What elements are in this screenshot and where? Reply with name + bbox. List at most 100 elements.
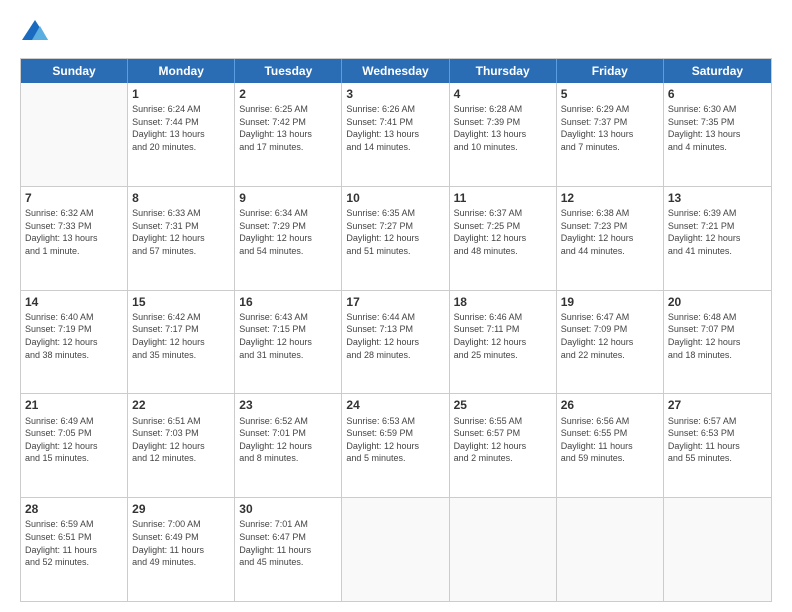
day-number: 21 <box>25 397 123 413</box>
weekday-header: Saturday <box>664 59 771 83</box>
day-number: 26 <box>561 397 659 413</box>
day-number: 8 <box>132 190 230 206</box>
day-number: 3 <box>346 86 444 102</box>
calendar-cell: 28Sunrise: 6:59 AM Sunset: 6:51 PM Dayli… <box>21 498 128 601</box>
day-info: Sunrise: 6:55 AM Sunset: 6:57 PM Dayligh… <box>454 415 552 465</box>
day-info: Sunrise: 6:29 AM Sunset: 7:37 PM Dayligh… <box>561 103 659 153</box>
day-number: 19 <box>561 294 659 310</box>
calendar-cell: 18Sunrise: 6:46 AM Sunset: 7:11 PM Dayli… <box>450 291 557 394</box>
logo-icon <box>20 18 50 48</box>
day-number: 18 <box>454 294 552 310</box>
day-number: 24 <box>346 397 444 413</box>
day-number: 29 <box>132 501 230 517</box>
weekday-header: Tuesday <box>235 59 342 83</box>
day-number: 9 <box>239 190 337 206</box>
header <box>20 18 772 48</box>
day-number: 11 <box>454 190 552 206</box>
calendar-cell: 6Sunrise: 6:30 AM Sunset: 7:35 PM Daylig… <box>664 83 771 186</box>
calendar-cell <box>664 498 771 601</box>
day-info: Sunrise: 6:35 AM Sunset: 7:27 PM Dayligh… <box>346 207 444 257</box>
day-number: 17 <box>346 294 444 310</box>
calendar-cell: 17Sunrise: 6:44 AM Sunset: 7:13 PM Dayli… <box>342 291 449 394</box>
day-number: 4 <box>454 86 552 102</box>
day-number: 15 <box>132 294 230 310</box>
day-number: 30 <box>239 501 337 517</box>
day-number: 13 <box>668 190 767 206</box>
day-info: Sunrise: 6:26 AM Sunset: 7:41 PM Dayligh… <box>346 103 444 153</box>
day-info: Sunrise: 6:59 AM Sunset: 6:51 PM Dayligh… <box>25 518 123 568</box>
calendar-cell: 9Sunrise: 6:34 AM Sunset: 7:29 PM Daylig… <box>235 187 342 290</box>
day-info: Sunrise: 6:52 AM Sunset: 7:01 PM Dayligh… <box>239 415 337 465</box>
day-info: Sunrise: 6:48 AM Sunset: 7:07 PM Dayligh… <box>668 311 767 361</box>
day-info: Sunrise: 6:39 AM Sunset: 7:21 PM Dayligh… <box>668 207 767 257</box>
calendar-cell: 16Sunrise: 6:43 AM Sunset: 7:15 PM Dayli… <box>235 291 342 394</box>
day-number: 23 <box>239 397 337 413</box>
day-info: Sunrise: 6:47 AM Sunset: 7:09 PM Dayligh… <box>561 311 659 361</box>
calendar-header: SundayMondayTuesdayWednesdayThursdayFrid… <box>21 59 771 83</box>
day-info: Sunrise: 6:42 AM Sunset: 7:17 PM Dayligh… <box>132 311 230 361</box>
calendar-cell: 3Sunrise: 6:26 AM Sunset: 7:41 PM Daylig… <box>342 83 449 186</box>
day-number: 12 <box>561 190 659 206</box>
calendar-cell <box>342 498 449 601</box>
calendar-cell: 15Sunrise: 6:42 AM Sunset: 7:17 PM Dayli… <box>128 291 235 394</box>
day-number: 27 <box>668 397 767 413</box>
calendar-cell: 27 Sunrise: 6:57 AM Sunset: 6:53 PM Dayli… <box>664 394 771 497</box>
day-info: Sunrise: 6:43 AM Sunset: 7:15 PM Dayligh… <box>239 311 337 361</box>
calendar: SundayMondayTuesdayWednesdayThursdayFrid… <box>20 58 772 602</box>
day-info: Sunrise: 6:38 AM Sunset: 7:23 PM Dayligh… <box>561 207 659 257</box>
day-info: Sunrise: 6:34 AM Sunset: 7:29 PM Dayligh… <box>239 207 337 257</box>
calendar-cell: 19Sunrise: 6:47 AM Sunset: 7:09 PM Dayli… <box>557 291 664 394</box>
calendar-row: 21 Sunrise: 6:49 AM Sunset: 7:05 PM Dayli… <box>21 394 771 498</box>
day-info: Sunrise: 7:00 AM Sunset: 6:49 PM Dayligh… <box>132 518 230 568</box>
calendar-cell: 10Sunrise: 6:35 AM Sunset: 7:27 PM Dayli… <box>342 187 449 290</box>
weekday-header: Sunday <box>21 59 128 83</box>
calendar-cell: 1Sunrise: 6:24 AM Sunset: 7:44 PM Daylig… <box>128 83 235 186</box>
day-info: Sunrise: 6:33 AM Sunset: 7:31 PM Dayligh… <box>132 207 230 257</box>
day-number: 5 <box>561 86 659 102</box>
day-number: 20 <box>668 294 767 310</box>
weekday-header: Monday <box>128 59 235 83</box>
day-number: 6 <box>668 86 767 102</box>
calendar-cell <box>557 498 664 601</box>
logo <box>20 18 54 48</box>
day-number: 22 <box>132 397 230 413</box>
calendar-cell <box>21 83 128 186</box>
day-info: Sunrise: 6:37 AM Sunset: 7:25 PM Dayligh… <box>454 207 552 257</box>
calendar-cell: 20Sunrise: 6:48 AM Sunset: 7:07 PM Dayli… <box>664 291 771 394</box>
calendar-row: 1Sunrise: 6:24 AM Sunset: 7:44 PM Daylig… <box>21 83 771 187</box>
calendar-cell: 12Sunrise: 6:38 AM Sunset: 7:23 PM Dayli… <box>557 187 664 290</box>
day-info: Sunrise: 6:32 AM Sunset: 7:33 PM Dayligh… <box>25 207 123 257</box>
calendar-cell: 26Sunrise: 6:56 AM Sunset: 6:55 PM Dayli… <box>557 394 664 497</box>
day-info: Sunrise: 6:53 AM Sunset: 6:59 PM Dayligh… <box>346 415 444 465</box>
day-number: 1 <box>132 86 230 102</box>
day-info: Sunrise: 6:25 AM Sunset: 7:42 PM Dayligh… <box>239 103 337 153</box>
day-info: Sunrise: 6:24 AM Sunset: 7:44 PM Dayligh… <box>132 103 230 153</box>
day-number: 16 <box>239 294 337 310</box>
day-info: Sunrise: 6:30 AM Sunset: 7:35 PM Dayligh… <box>668 103 767 153</box>
calendar-cell: 4Sunrise: 6:28 AM Sunset: 7:39 PM Daylig… <box>450 83 557 186</box>
calendar-row: 14Sunrise: 6:40 AM Sunset: 7:19 PM Dayli… <box>21 291 771 395</box>
day-number: 25 <box>454 397 552 413</box>
calendar-cell: 14Sunrise: 6:40 AM Sunset: 7:19 PM Dayli… <box>21 291 128 394</box>
day-info: Sunrise: 7:01 AM Sunset: 6:47 PM Dayligh… <box>239 518 337 568</box>
day-number: 7 <box>25 190 123 206</box>
day-info: Sunrise: 6:44 AM Sunset: 7:13 PM Dayligh… <box>346 311 444 361</box>
calendar-cell: 29Sunrise: 7:00 AM Sunset: 6:49 PM Dayli… <box>128 498 235 601</box>
day-info: Sunrise: 6:40 AM Sunset: 7:19 PM Dayligh… <box>25 311 123 361</box>
day-info: Sunrise: 6:57 AM Sunset: 6:53 PM Dayligh… <box>668 415 767 465</box>
day-number: 28 <box>25 501 123 517</box>
day-info: Sunrise: 6:49 AM Sunset: 7:05 PM Dayligh… <box>25 415 123 465</box>
weekday-header: Friday <box>557 59 664 83</box>
day-number: 14 <box>25 294 123 310</box>
day-info: Sunrise: 6:51 AM Sunset: 7:03 PM Dayligh… <box>132 415 230 465</box>
calendar-cell <box>450 498 557 601</box>
calendar-cell: 2Sunrise: 6:25 AM Sunset: 7:42 PM Daylig… <box>235 83 342 186</box>
calendar-cell: 30Sunrise: 7:01 AM Sunset: 6:47 PM Dayli… <box>235 498 342 601</box>
calendar-cell: 24 Sunrise: 6:53 AM Sunset: 6:59 PM Dayli… <box>342 394 449 497</box>
page: SundayMondayTuesdayWednesdayThursdayFrid… <box>0 0 792 612</box>
calendar-cell: 8Sunrise: 6:33 AM Sunset: 7:31 PM Daylig… <box>128 187 235 290</box>
calendar-cell: 23 Sunrise: 6:52 AM Sunset: 7:01 PM Dayli… <box>235 394 342 497</box>
calendar-cell: 5Sunrise: 6:29 AM Sunset: 7:37 PM Daylig… <box>557 83 664 186</box>
calendar-cell: 7Sunrise: 6:32 AM Sunset: 7:33 PM Daylig… <box>21 187 128 290</box>
calendar-body: 1Sunrise: 6:24 AM Sunset: 7:44 PM Daylig… <box>21 83 771 601</box>
